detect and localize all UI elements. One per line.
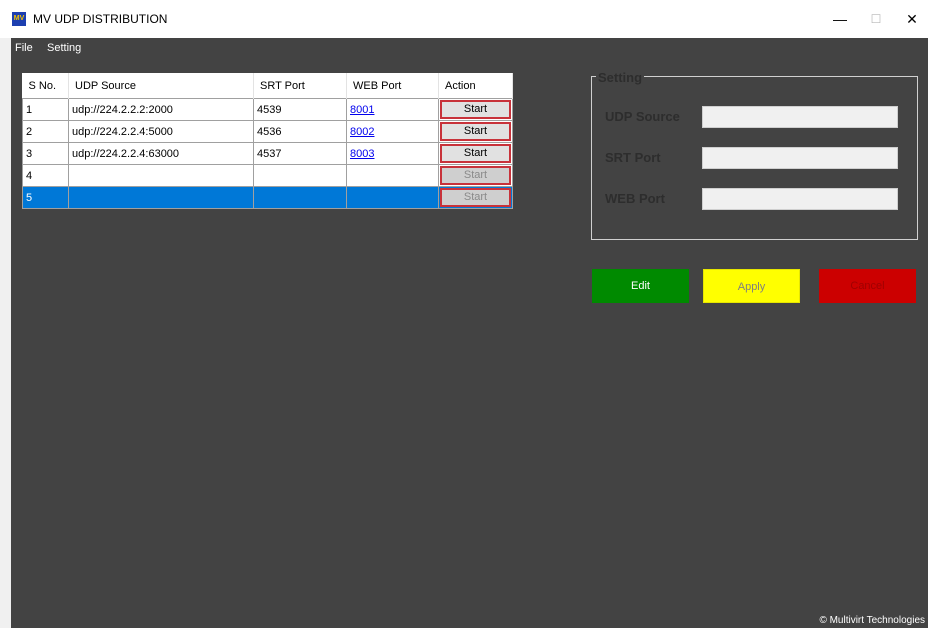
header-web-port[interactable]: WEB Port xyxy=(346,73,439,99)
table-row[interactable]: 2 udp://224.2.2.4:5000 4536 8002 Start xyxy=(22,120,513,143)
cell-sno[interactable]: 4 xyxy=(22,164,69,187)
header-srt-port[interactable]: SRT Port xyxy=(253,73,347,99)
edit-button[interactable]: Edit xyxy=(592,269,689,303)
cell-udp-source[interactable]: udp://224.2.2.2:2000 xyxy=(68,98,254,121)
app-logo-icon: MV xyxy=(12,12,26,26)
cancel-button[interactable]: Cancel xyxy=(819,269,916,303)
menu-bar: File Setting xyxy=(11,38,928,58)
table-row[interactable]: 1 udp://224.2.2.2:2000 4539 8001 Start xyxy=(22,98,513,121)
table-row-selected[interactable]: 5 Start xyxy=(22,186,513,209)
web-port-link[interactable]: 8002 xyxy=(350,126,374,138)
title-bar: MV MV UDP DISTRIBUTION — ☐ ✕ xyxy=(0,0,928,38)
web-port-link[interactable]: 8001 xyxy=(350,104,374,116)
srt-port-label: SRT Port xyxy=(605,150,661,165)
udp-table[interactable]: S No. UDP Source SRT Port WEB Port Actio… xyxy=(22,73,513,209)
cell-action: Start xyxy=(438,98,513,121)
web-port-input[interactable] xyxy=(702,188,898,210)
start-button[interactable]: Start xyxy=(440,188,511,207)
header-udp-source[interactable]: UDP Source xyxy=(68,73,254,99)
cell-udp-source[interactable]: udp://224.2.2.4:63000 xyxy=(68,142,254,165)
cell-sno[interactable]: 3 xyxy=(22,142,69,165)
setting-legend: Setting xyxy=(596,70,645,85)
start-button[interactable]: Start xyxy=(440,100,511,119)
menu-file[interactable]: File xyxy=(15,42,33,54)
cell-udp-source[interactable] xyxy=(68,186,254,209)
footer-copyright: © Multivirt Technologies xyxy=(819,615,925,626)
cell-srt-port[interactable] xyxy=(253,186,347,209)
cell-web-port[interactable]: 8001 xyxy=(346,98,439,121)
cell-sno[interactable]: 2 xyxy=(22,120,69,143)
minimize-button[interactable]: — xyxy=(826,8,854,30)
cell-web-port[interactable]: 8002 xyxy=(346,120,439,143)
cell-web-port[interactable]: 8003 xyxy=(346,142,439,165)
start-button[interactable]: Start xyxy=(440,144,511,163)
cell-udp-source[interactable] xyxy=(68,164,254,187)
table-row[interactable]: 3 udp://224.2.2.4:63000 4537 8003 Start xyxy=(22,142,513,165)
cell-action: Start xyxy=(438,120,513,143)
maximize-button[interactable]: ☐ xyxy=(862,8,890,30)
app-body: File Setting S No. UDP Source SRT Port W… xyxy=(11,38,928,628)
cell-sno[interactable]: 1 xyxy=(22,98,69,121)
cell-udp-source[interactable]: udp://224.2.2.4:5000 xyxy=(68,120,254,143)
header-action[interactable]: Action xyxy=(438,73,513,99)
cell-web-port[interactable] xyxy=(346,186,439,209)
cell-srt-port[interactable]: 4537 xyxy=(253,142,347,165)
apply-button[interactable]: Apply xyxy=(703,269,800,303)
web-port-link[interactable]: 8003 xyxy=(350,148,374,160)
window-title: MV UDP DISTRIBUTION xyxy=(33,12,168,26)
cell-action: Start xyxy=(438,142,513,165)
cell-srt-port[interactable]: 4539 xyxy=(253,98,347,121)
udp-source-input[interactable] xyxy=(702,106,898,128)
header-sno[interactable]: S No. xyxy=(22,73,69,99)
cell-srt-port[interactable]: 4536 xyxy=(253,120,347,143)
cell-action: Start xyxy=(438,164,513,187)
srt-port-input[interactable] xyxy=(702,147,898,169)
close-button[interactable]: ✕ xyxy=(898,8,926,30)
cell-srt-port[interactable] xyxy=(253,164,347,187)
cell-action: Start xyxy=(438,186,513,209)
start-button[interactable]: Start xyxy=(440,166,511,185)
table-header-row: S No. UDP Source SRT Port WEB Port Actio… xyxy=(22,73,513,99)
cell-sno[interactable]: 5 xyxy=(22,186,69,209)
udp-source-label: UDP Source xyxy=(605,109,680,124)
table-row[interactable]: 4 Start xyxy=(22,164,513,187)
web-port-label: WEB Port xyxy=(605,191,665,206)
menu-setting[interactable]: Setting xyxy=(47,42,81,54)
cell-web-port[interactable] xyxy=(346,164,439,187)
start-button[interactable]: Start xyxy=(440,122,511,141)
